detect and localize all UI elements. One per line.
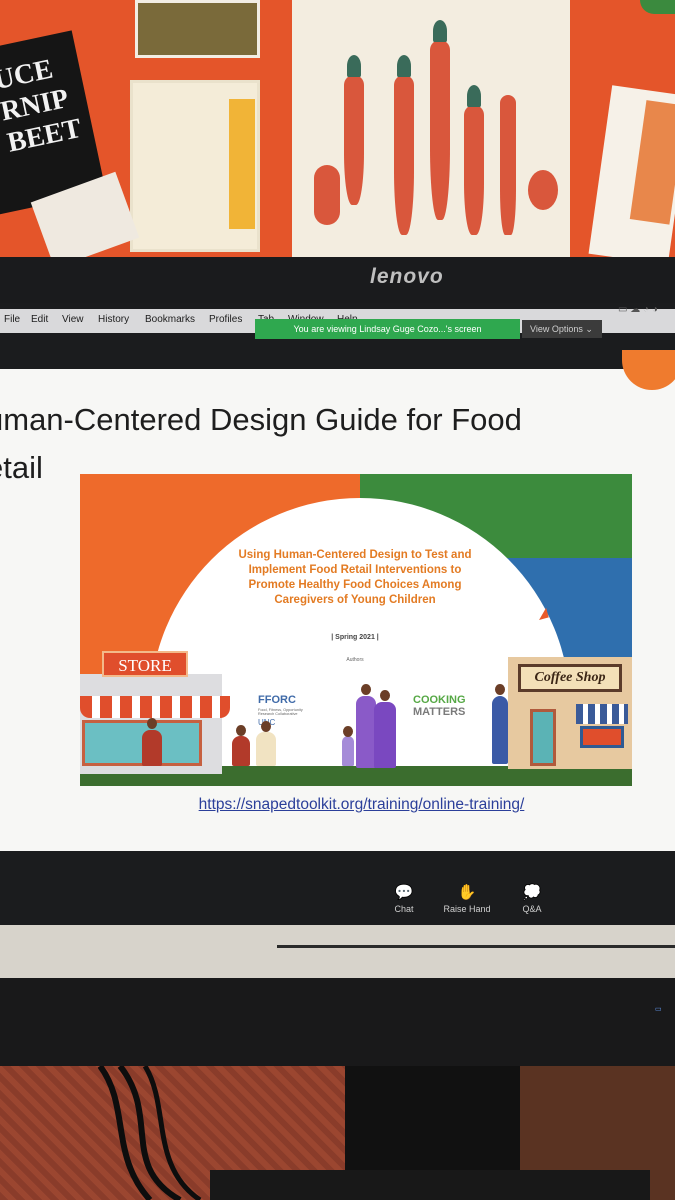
raise-hand-button[interactable]: ✋ Raise Hand <box>437 884 497 914</box>
person-figure <box>142 730 162 766</box>
screen-reflection-strip <box>0 925 675 978</box>
person-head <box>261 721 271 732</box>
carrot <box>394 75 414 235</box>
qa-icon: 💭 <box>522 884 542 901</box>
view-options-button[interactable]: View Options ⌄ <box>522 320 602 338</box>
child-head <box>343 726 353 737</box>
carrot <box>314 165 340 225</box>
menu-edit[interactable]: Edit <box>31 314 48 325</box>
reflection-line <box>277 945 675 948</box>
coffee-shop-window <box>580 726 624 748</box>
store-sign: STORE <box>102 651 188 677</box>
fforc-logo: FFORC <box>258 694 296 706</box>
chat-label: Chat <box>394 904 414 914</box>
raise-hand-icon: ✋ <box>457 884 477 901</box>
menu-file[interactable]: File <box>4 314 20 325</box>
raise-hand-label: Raise Hand <box>443 904 491 914</box>
vegetable-photo <box>135 0 260 58</box>
coffee-shop-door <box>530 709 556 766</box>
menu-bookmarks[interactable]: Bookmarks <box>145 314 195 325</box>
share-banner: You are viewing Lindsay Guge Cozo...'s s… <box>255 319 520 339</box>
fforc-subtitle: Food, Fitness, Opportunity Research Coll… <box>258 708 303 716</box>
right-card <box>588 85 675 265</box>
cover-date: | Spring 2021 | <box>331 634 379 641</box>
carrot-leaf <box>397 55 411 77</box>
cooking-word: COOKING <box>413 694 466 706</box>
monitor-bottom-bezel <box>0 978 675 1066</box>
person-figure <box>232 736 250 766</box>
carrot-poster <box>292 0 570 262</box>
carrot <box>464 105 484 235</box>
cable-bundle <box>97 1066 202 1200</box>
cover-title: Using Human-Centered Design to Test and … <box>238 549 472 606</box>
report-cover-image: Using Human-Centered Design to Test and … <box>80 474 632 786</box>
cooking-matters-logo: COOKING MATTERS <box>413 694 483 718</box>
person-head <box>361 684 371 695</box>
qa-button[interactable]: 💭 Q&A <box>502 884 562 914</box>
menu-view[interactable]: View <box>62 314 84 325</box>
chat-icon: 💬 <box>394 884 414 901</box>
wall-background: UCE RNIP BEET <box>0 0 675 275</box>
matters-word: MATTERS <box>413 706 466 718</box>
slide-title-line1: uman-Centered Design Guide for Food <box>0 402 522 437</box>
zoom-toolbar <box>0 851 675 925</box>
person-figure <box>356 696 376 768</box>
store-awning <box>80 696 230 718</box>
qa-label: Q&A <box>522 904 542 914</box>
toolkit-link[interactable]: https://snapedtoolkit.org/training/onlin… <box>0 796 675 814</box>
person-head <box>495 684 505 695</box>
monitor-stand-base <box>210 1170 650 1200</box>
carrot <box>430 40 450 220</box>
carrot-leaf <box>433 20 447 42</box>
system-tray-icons: ▭ ☁ ◔ ◑ <box>618 304 658 315</box>
power-indicator-icon: ▭ <box>655 1006 662 1013</box>
menu-profiles[interactable]: Profiles <box>209 314 242 325</box>
radish <box>528 170 558 210</box>
menu-history[interactable]: History <box>98 314 129 325</box>
person-figure <box>492 696 508 764</box>
monitor-top-bezel <box>0 257 675 307</box>
carrot-leaf <box>347 55 361 77</box>
person-head <box>147 718 157 729</box>
person-figure <box>374 702 396 768</box>
cream-flyer <box>130 80 260 252</box>
carrot <box>344 75 364 205</box>
green-corner <box>640 0 675 14</box>
chat-button[interactable]: 💬 Chat <box>374 884 434 914</box>
carrot-leaf <box>467 85 481 107</box>
person-head <box>380 690 390 701</box>
coffee-shop-sign: Coffee Shop <box>518 664 622 692</box>
cover-authors-label: Authors <box>346 657 364 663</box>
carrot <box>500 95 516 235</box>
person-head <box>236 725 246 736</box>
coffee-shop-awning <box>576 704 628 724</box>
lenovo-logo: lenovo <box>370 265 444 288</box>
child-figure <box>342 736 354 766</box>
person-figure <box>256 732 276 766</box>
